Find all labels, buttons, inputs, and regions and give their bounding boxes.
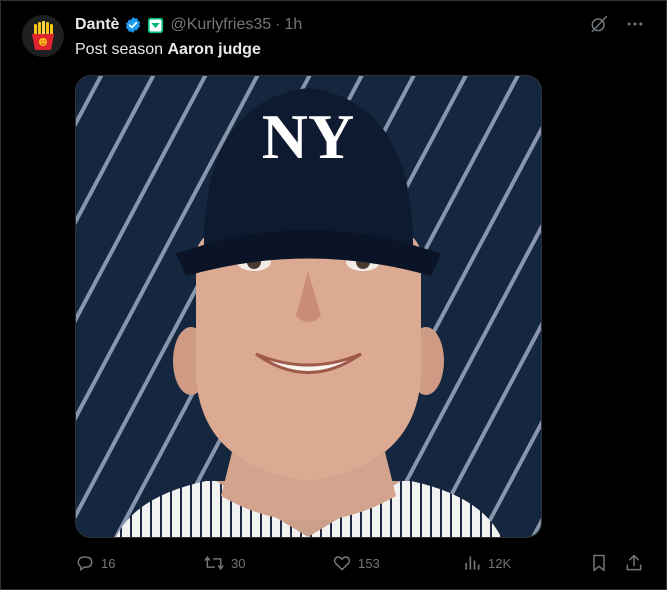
fries-avatar-icon — [22, 15, 64, 57]
bookmark-icon — [593, 554, 605, 572]
tweet-text-bold: Aaron judge — [167, 41, 261, 58]
repost-button[interactable]: 30 — [203, 553, 245, 573]
reply-icon — [77, 556, 93, 572]
separator-dot: · — [275, 16, 281, 33]
affiliate-badge-icon[interactable] — [147, 17, 164, 34]
views-button[interactable]: 12K — [462, 553, 511, 573]
tweet-text-plain: Post season — [75, 41, 168, 58]
grok-icon[interactable] — [589, 14, 609, 39]
tweet-action-bar: 16 30 153 12K — [75, 553, 645, 573]
share-icon — [626, 554, 642, 571]
views-icon — [465, 556, 480, 570]
user-handle[interactable]: @Kurlyfries35 — [170, 16, 271, 34]
avatar[interactable] — [22, 15, 64, 57]
tweet-text: Post season Aaron judge — [75, 41, 261, 59]
repost-icon — [204, 555, 224, 571]
timestamp[interactable]: 1h — [285, 16, 303, 34]
verified-badge-icon[interactable] — [124, 16, 142, 34]
like-count: 153 — [358, 555, 380, 571]
cap-logo: NY — [262, 101, 354, 172]
display-name[interactable]: Dantè — [75, 16, 119, 34]
like-button[interactable]: 153 — [332, 553, 380, 573]
player-portrait-image: NY — [76, 76, 541, 537]
like-icon — [333, 556, 351, 571]
share-button[interactable] — [624, 553, 644, 573]
bookmark-button[interactable] — [589, 553, 609, 573]
reply-button[interactable]: 16 — [75, 553, 115, 573]
tweet-header: Dantè @Kurlyfries35 · 1h — [75, 14, 302, 36]
tweet-media-photo[interactable]: NY — [75, 75, 542, 538]
more-icon[interactable] — [625, 14, 645, 39]
repost-count: 30 — [231, 555, 246, 571]
reply-count: 16 — [101, 555, 116, 571]
top-right-icons — [589, 14, 645, 39]
views-count: 12K — [488, 555, 512, 571]
